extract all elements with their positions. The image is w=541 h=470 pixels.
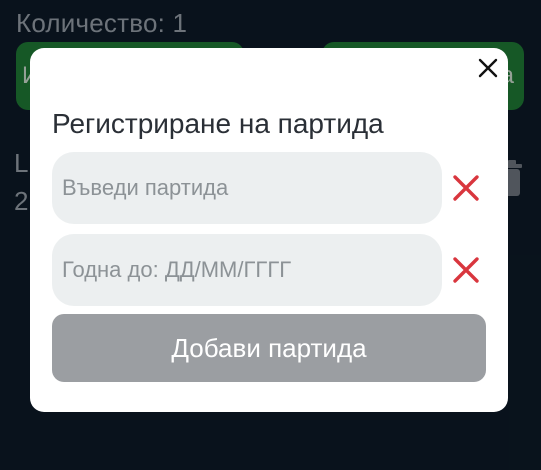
close-button[interactable] [474,54,502,82]
add-batch-button[interactable]: Добави партида [52,314,486,382]
batch-registration-dialog: Регистриране на партида Добави партида [30,48,508,412]
expiry-date-input[interactable] [60,256,442,284]
clear-expiry-button[interactable] [448,252,484,288]
batch-field [52,152,442,224]
dialog-title: Регистриране на партида [52,108,384,139]
clear-batch-button[interactable] [448,170,484,206]
batch-input[interactable] [60,174,442,202]
clear-x-icon [453,257,479,283]
expiry-field [52,234,442,306]
close-icon [478,58,498,78]
clear-x-icon [453,175,479,201]
